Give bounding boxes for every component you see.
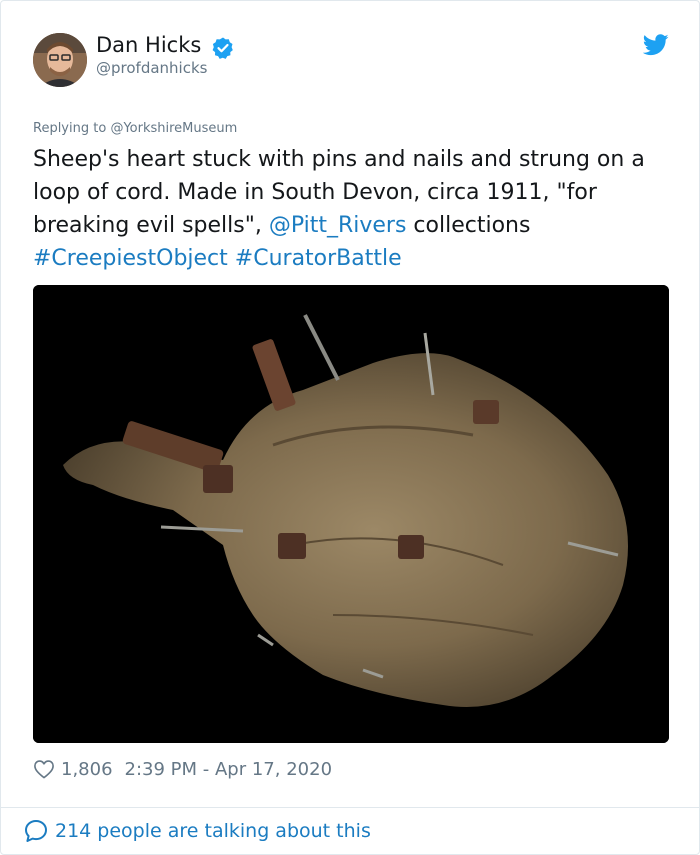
reply-target-link[interactable]: @YorkshireMuseum xyxy=(110,121,237,136)
display-name[interactable]: Dan Hicks xyxy=(96,32,201,58)
hashtag-link[interactable]: #CreepiestObject xyxy=(33,246,228,271)
mention-link[interactable]: @Pitt_Rivers xyxy=(269,213,407,238)
tweet-meta: 1,806 2:39 PM - Apr 17, 2020 xyxy=(33,757,332,781)
tweet-card: Dan Hicks @profdanhicks Replying to @Yor… xyxy=(0,0,700,855)
avatar-image xyxy=(33,33,87,87)
divider xyxy=(1,807,699,808)
twitter-bird-icon[interactable] xyxy=(643,34,669,56)
speech-bubble-icon xyxy=(25,820,47,842)
reply-prefix: Replying to xyxy=(33,121,111,136)
reply-context: Replying to @YorkshireMuseum xyxy=(33,121,237,136)
photo-icon xyxy=(33,285,669,743)
user-handle[interactable]: @profdanhicks xyxy=(96,59,207,77)
conversation-link[interactable]: 214 people are talking about this xyxy=(23,818,371,844)
verified-badge-icon xyxy=(212,37,233,59)
like-count[interactable]: 1,806 xyxy=(61,759,113,780)
tweet-body-tail: collections xyxy=(406,213,531,238)
tweet-text: Sheep's heart stuck with pins and nails … xyxy=(33,143,673,275)
tweet-photo[interactable] xyxy=(33,285,669,743)
heart-icon[interactable] xyxy=(33,759,55,779)
avatar[interactable] xyxy=(33,33,87,87)
tweet-timestamp[interactable]: 2:39 PM - Apr 17, 2020 xyxy=(125,759,332,780)
hashtag-link[interactable]: #CuratorBattle xyxy=(235,246,402,271)
talking-label: 214 people are talking about this xyxy=(55,820,371,842)
